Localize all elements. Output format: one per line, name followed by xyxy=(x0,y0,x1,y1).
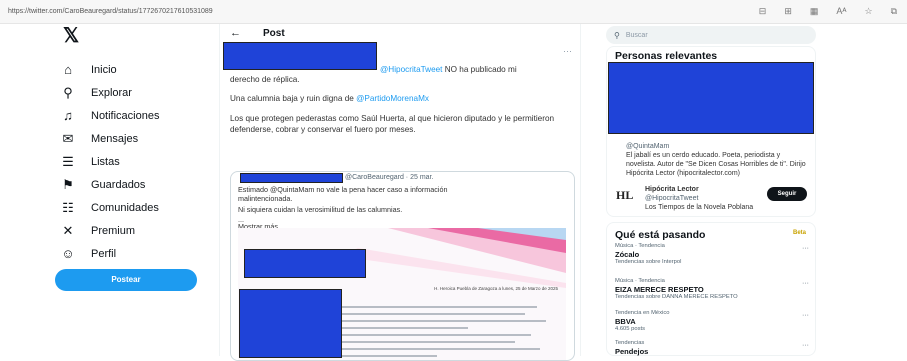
nav-item-profile[interactable]: ☺ Perfil xyxy=(60,242,200,265)
nav-item-explore[interactable]: ⚲ Explorar xyxy=(60,81,200,104)
trends-card: Qué está pasando Beta Música · Tendencia… xyxy=(606,222,816,356)
quote-handle: @CaroBeauregard · 25 mar. xyxy=(345,174,434,181)
trend-name: BBVA xyxy=(615,317,636,326)
post-line-2: derecho de réplica. xyxy=(230,75,300,84)
redacted-profile xyxy=(608,62,814,134)
x-logo-icon[interactable]: 𝕏 xyxy=(63,26,200,46)
profile-icon: ☺ xyxy=(61,245,75,261)
nav-label: Premium xyxy=(91,224,136,237)
quote-text-1: Estimado @QuintaMam no vale la pena hace… xyxy=(238,185,448,203)
redacted-author xyxy=(223,42,377,70)
nav-item-messages[interactable]: ✉ Mensajes xyxy=(60,127,200,150)
post-paragraph-2: Una calumnia baja y ruin digna de @Parti… xyxy=(230,94,430,103)
notifications-icon: ♫ xyxy=(63,107,73,123)
nav-label: Guardados xyxy=(91,178,146,191)
search-input[interactable]: ⚲ Buscar xyxy=(606,26,816,44)
post-button[interactable]: Postear xyxy=(55,269,197,291)
trend-more-icon[interactable]: ··· xyxy=(802,342,809,349)
trend-meta: Música · Tendencia xyxy=(615,278,665,284)
trend-meta: Tendencias xyxy=(615,340,645,346)
trend-meta: Música · Tendencia xyxy=(615,243,665,249)
collections-icon[interactable]: ⧉ xyxy=(891,6,897,16)
trend-item[interactable]: Tendencias Pendejos xyxy=(615,340,805,356)
trend-more-icon[interactable]: ··· xyxy=(802,312,809,319)
profile-bio: El jabalí es un cerdo educado. Poeta, pe… xyxy=(626,152,806,177)
tab-icon[interactable]: ⊟ xyxy=(759,6,767,16)
post-header: ← Post xyxy=(230,27,285,39)
trend-item[interactable]: Música · Tendencia Zócalo Tendencias sobre… xyxy=(615,243,805,266)
back-arrow-icon[interactable]: ← xyxy=(230,27,241,39)
trend-item[interactable]: Tendencia en México BBVA 4.605 posts xyxy=(615,310,805,333)
trend-sub: 4.605 posts xyxy=(615,326,645,332)
nav-label: Listas xyxy=(91,155,120,168)
profile-name: Hipócrita Lector xyxy=(645,186,699,193)
search-icon: ⚲ xyxy=(614,30,620,40)
post-line-1: @HipocritaTweet NO ha publicado mi xyxy=(380,65,517,74)
beta-badge: Beta xyxy=(792,230,806,236)
nav-label: Perfil xyxy=(91,247,117,260)
profile-handle: @QuintaMam xyxy=(626,143,670,150)
trend-name: Pendejos xyxy=(615,347,649,356)
reader-icon[interactable]: ⊞ xyxy=(784,6,792,16)
hipocrita-lector-avatar[interactable]: HL xyxy=(616,187,634,203)
explore-icon: ⚲ xyxy=(63,84,73,100)
follow-button[interactable]: Seguir xyxy=(767,187,807,201)
trends-title: Qué está pasando xyxy=(615,229,706,241)
trend-name: Zócalo xyxy=(615,250,640,259)
favorite-icon[interactable]: ☆ xyxy=(864,6,872,16)
lists-icon: ☰ xyxy=(62,153,74,169)
browser-address-bar[interactable]: https://twitter.com/CaroBeauregard/statu… xyxy=(0,0,907,24)
left-navigation: 𝕏 ⌂ Inicio ⚲ Explorar ♫ Notificaciones ✉ Mensaj… xyxy=(60,26,200,288)
trend-more-icon[interactable]: ··· xyxy=(802,245,809,252)
post-paragraph-3: Los que protegen pederastas como Saúl Hu… xyxy=(230,114,555,134)
page-title: Post xyxy=(263,27,285,39)
profile-hipocritatweet[interactable]: Hipócrita Lector @HipocritaTweet Los Tie… xyxy=(645,185,765,212)
redacted-document-header xyxy=(239,289,342,358)
premium-icon: ✕ xyxy=(62,222,74,238)
grid-icon[interactable]: ▦ xyxy=(810,6,819,16)
trend-meta: Tendencia en México xyxy=(615,310,670,316)
nav-label: Comunidades xyxy=(91,201,159,214)
nav-item-communities[interactable]: ☷ Comunidades xyxy=(60,196,200,219)
nav-item-bookmarks[interactable]: ⚑ Guardados xyxy=(60,173,200,196)
trend-name: EIZA MERECE RESPETO xyxy=(615,285,704,294)
bookmarks-icon: ⚑ xyxy=(62,176,74,192)
redacted-quote-author xyxy=(240,173,343,183)
nav-label: Inicio xyxy=(91,63,117,76)
mention-link[interactable]: @HipocritaTweet xyxy=(380,65,442,74)
nav-item-lists[interactable]: ☰ Listas xyxy=(60,150,200,173)
profile-bio: Los Tiempos de la Novela Poblana xyxy=(645,204,754,211)
profile-quintamam[interactable]: @QuintaMam El jabalí es un cerdo educado… xyxy=(626,142,811,178)
url-text[interactable]: https://twitter.com/CaroBeauregard/statu… xyxy=(8,8,213,15)
browser-toolbar: ⊟ ⊞ ▦ Aᴬ ☆ ⧉ xyxy=(759,6,897,16)
quoted-post[interactable]: @CaroBeauregard · 25 mar. Estimado @Quin… xyxy=(230,171,575,361)
search-placeholder: Buscar xyxy=(625,31,648,39)
redacted-document-logo xyxy=(244,249,366,278)
home-icon: ⌂ xyxy=(64,61,72,77)
nav-item-home[interactable]: ⌂ Inicio xyxy=(60,58,200,81)
communities-icon: ☷ xyxy=(62,199,74,215)
party-mention-link[interactable]: @PartidoMorenaMx xyxy=(356,94,429,103)
trend-sub: Tendencias sobre Interpol xyxy=(615,259,682,265)
nav-item-notifications[interactable]: ♫ Notificaciones xyxy=(60,104,200,127)
document-date: H. Heroica Puebla de Zaragoza a lunes, 2… xyxy=(434,286,558,291)
profile-handle: @HipocritaTweet xyxy=(645,195,699,202)
messages-icon: ✉ xyxy=(62,130,74,146)
nav-label: Explorar xyxy=(91,86,132,99)
trend-more-icon[interactable]: ··· xyxy=(802,280,809,287)
more-options-icon[interactable]: ··· xyxy=(563,46,572,56)
nav-label: Notificaciones xyxy=(91,109,160,122)
text-size-icon[interactable]: Aᴬ xyxy=(836,6,846,16)
main-column: ← Post ··· @HipocritaTweet NO ha publica… xyxy=(219,24,581,361)
trend-item[interactable]: Música · Tendencia EIZA MERECE RESPETO Ten… xyxy=(615,278,805,301)
nav-item-premium[interactable]: ✕ Premium xyxy=(60,219,200,242)
nav-label: Mensajes xyxy=(91,132,139,145)
quote-text-2: Ni siquiera cuidan la verosimilitud de l… xyxy=(238,205,403,214)
trend-sub: Tendencias sobre DANNA MERECE RESPETO xyxy=(615,294,738,300)
